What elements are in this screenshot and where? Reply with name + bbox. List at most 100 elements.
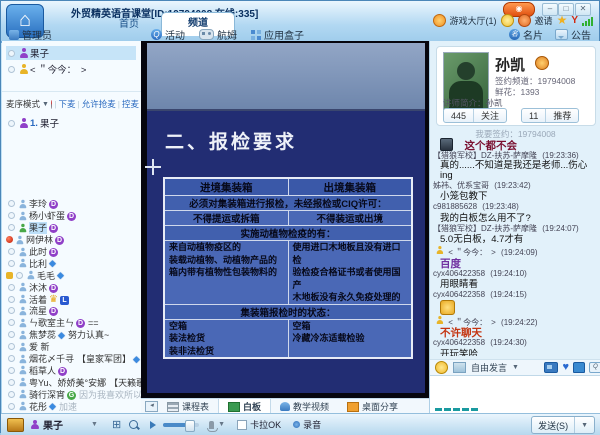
member-badge-icon xyxy=(57,270,64,280)
game-button[interactable]: 航姆 xyxy=(199,27,237,42)
chat-settings-icon[interactable]: Q xyxy=(589,362,600,373)
record-label[interactable]: 录音 xyxy=(303,418,321,431)
mic-grab-link[interactable]: 允许抢麦 xyxy=(82,98,116,110)
collapse-icon[interactable]: ◂ xyxy=(145,401,158,412)
sender-name[interactable]: cyx406422358 xyxy=(433,338,485,347)
speaker-icon[interactable] xyxy=(150,421,160,429)
right-toolbar: 名名片 公告 xyxy=(509,27,591,42)
member-row[interactable]: 杨小虾蛋 xyxy=(2,210,141,222)
tab-screenshare[interactable]: 桌面分享 xyxy=(338,399,407,414)
mic-down-link[interactable]: 下麦 xyxy=(59,98,76,110)
member-row[interactable]: 稻草人 xyxy=(2,364,141,376)
heart-icon[interactable]: ♥ xyxy=(562,362,569,373)
member-row[interactable]: 烟花〆千寻 【皇家军团】 xyxy=(2,353,141,365)
admin-button[interactable]: 管理员 xyxy=(9,27,52,42)
sender-name[interactable]: cyx406422358 xyxy=(433,290,485,299)
karaoke-checkbox[interactable] xyxy=(237,420,247,430)
tab-schedule[interactable]: 课程表 xyxy=(158,399,218,414)
speak-mode-select[interactable]: 自由发言 xyxy=(471,361,507,374)
message-text: 5.0无白板，4.7才有 xyxy=(433,235,523,245)
member-row[interactable]: 粤Yu、娇娇美°安娜 【天籁歌手】 xyxy=(2,376,141,388)
sender-name[interactable]: c981885628 xyxy=(433,202,477,211)
whiteboard-canvas[interactable]: 二、报检要求 进境集装箱 出境集装箱 必须对集装箱进行报检，未经报检或CIQ许可… xyxy=(141,41,429,398)
teacher-name: 孙凯 xyxy=(495,54,525,75)
member-row[interactable]: 网伊林 xyxy=(2,234,141,246)
queue-role-icon xyxy=(19,118,28,128)
tab-whiteboard[interactable]: 白板 xyxy=(218,399,271,414)
treasure-chest-icon[interactable] xyxy=(7,418,24,432)
activity-icon: Q xyxy=(151,29,162,40)
member-row[interactable]: 活着 xyxy=(2,293,141,305)
volume-slider[interactable] xyxy=(163,423,199,427)
my-nickname[interactable]: 果子 xyxy=(43,417,63,432)
tv-icon[interactable] xyxy=(544,362,558,373)
send-button[interactable]: 发送(S)▼ xyxy=(531,416,595,434)
voice-dot-icon xyxy=(8,212,15,219)
card-button[interactable]: 名名片 xyxy=(509,27,543,42)
member-row[interactable]: 骑行深宵 因为我喜欢所以确定无悔 xyxy=(2,388,141,400)
message-text: 我的白板怎么用不了? xyxy=(433,214,531,224)
sender-name[interactable]: < ＂今今： > xyxy=(448,248,496,257)
queue-item[interactable]: 1. 果子 xyxy=(6,116,59,130)
member-role-icon xyxy=(19,212,27,221)
member-row[interactable]: 此时 xyxy=(2,246,141,258)
chevron-down-icon[interactable]: ▼ xyxy=(218,421,225,428)
whiteboard-icon xyxy=(228,402,240,412)
search-icon[interactable] xyxy=(129,420,138,429)
appbox-button[interactable]: 应用盒子 xyxy=(251,27,304,42)
table-span-row: 集装箱报检时的状态： xyxy=(164,304,412,319)
chat-input[interactable] xyxy=(430,375,600,414)
mic-queue-second[interactable]: < ＂今今： > xyxy=(6,62,87,76)
voice-dot-icon xyxy=(8,367,15,374)
member-title: == xyxy=(88,318,99,328)
message-time: (19:24:15) xyxy=(490,290,526,299)
chevron-down-icon[interactable]: ▼ xyxy=(512,364,519,371)
chevron-down-icon[interactable]: ▼ xyxy=(42,101,49,108)
gear-icon[interactable] xyxy=(51,100,52,109)
member-row[interactable]: 李玲 xyxy=(2,198,141,210)
screenshot-icon[interactable] xyxy=(453,362,466,373)
member-row[interactable]: 花彤 加速 xyxy=(2,400,141,412)
emoticon-picker-icon[interactable] xyxy=(435,361,448,374)
follow-button[interactable]: 445关注 xyxy=(443,108,507,123)
member-row[interactable]: ㄣ歌室主ㄣ == xyxy=(2,317,141,329)
member-row[interactable]: 流星 xyxy=(2,305,141,317)
record-icon[interactable] xyxy=(293,421,300,428)
channel-toolbar: Q活动 航姆 应用盒子 xyxy=(151,27,304,42)
notice-button[interactable]: 公告 xyxy=(555,27,591,42)
sender-name[interactable]: 【猎狼军校】DZ-扶苏-萨摩隆 xyxy=(433,224,537,233)
activity-button[interactable]: Q活动 xyxy=(151,27,185,42)
mic-control-link[interactable]: 控麦 xyxy=(122,98,139,110)
sender-name[interactable]: 姊祎、优系宝哥 xyxy=(433,181,489,190)
slider-handle[interactable] xyxy=(185,420,195,432)
member-row[interactable]: 比利 xyxy=(2,257,141,269)
mic-mode-label[interactable]: 麦序模式 xyxy=(6,98,40,110)
mailbox-icon[interactable] xyxy=(573,362,585,373)
voice-dot-icon xyxy=(8,391,15,398)
member-role-icon xyxy=(19,330,27,339)
sender-name[interactable]: 【猎狼军校】DZ-扶苏-萨摩隆 xyxy=(433,151,537,160)
microphone-icon[interactable] xyxy=(209,421,214,429)
member-row[interactable]: 毛毛 xyxy=(2,269,141,281)
member-row[interactable]: 焦梦蕊 努力认真~ xyxy=(2,329,141,341)
game-hall-link[interactable]: 游戏大厅(1) xyxy=(450,14,497,27)
new-window-icon[interactable]: ⊞ xyxy=(112,418,121,431)
sender-name[interactable]: < ＂今今： > xyxy=(448,318,496,327)
teacher-card: 孙凯 签约频道：19794008 鲜花：1393 讲师简介：孙凯 445关注 1… xyxy=(436,46,596,126)
voice-dot-icon xyxy=(8,120,15,127)
member-row[interactable]: 沐沐 xyxy=(2,281,141,293)
notice-icon xyxy=(555,29,568,40)
invite-link[interactable]: 邀请 xyxy=(535,14,553,27)
emotion-icon[interactable] xyxy=(501,14,514,27)
recommend-button[interactable]: 11推荐 xyxy=(521,108,579,123)
favorite-star-icon[interactable]: ★ xyxy=(557,15,568,26)
sender-name[interactable]: cyx406422358 xyxy=(433,269,485,278)
tab-home[interactable]: 首页 xyxy=(99,16,159,34)
member-badge2-icon xyxy=(60,294,69,305)
mic-queue-owner[interactable]: 果子 xyxy=(6,46,136,60)
chevron-down-icon[interactable]: ▼ xyxy=(575,422,594,429)
member-row[interactable]: 爱 新 xyxy=(2,341,141,353)
member-row[interactable]: 果子 xyxy=(2,222,141,234)
chevron-down-icon[interactable]: ▼ xyxy=(91,421,98,428)
tab-video[interactable]: 教学视频 xyxy=(271,399,338,414)
